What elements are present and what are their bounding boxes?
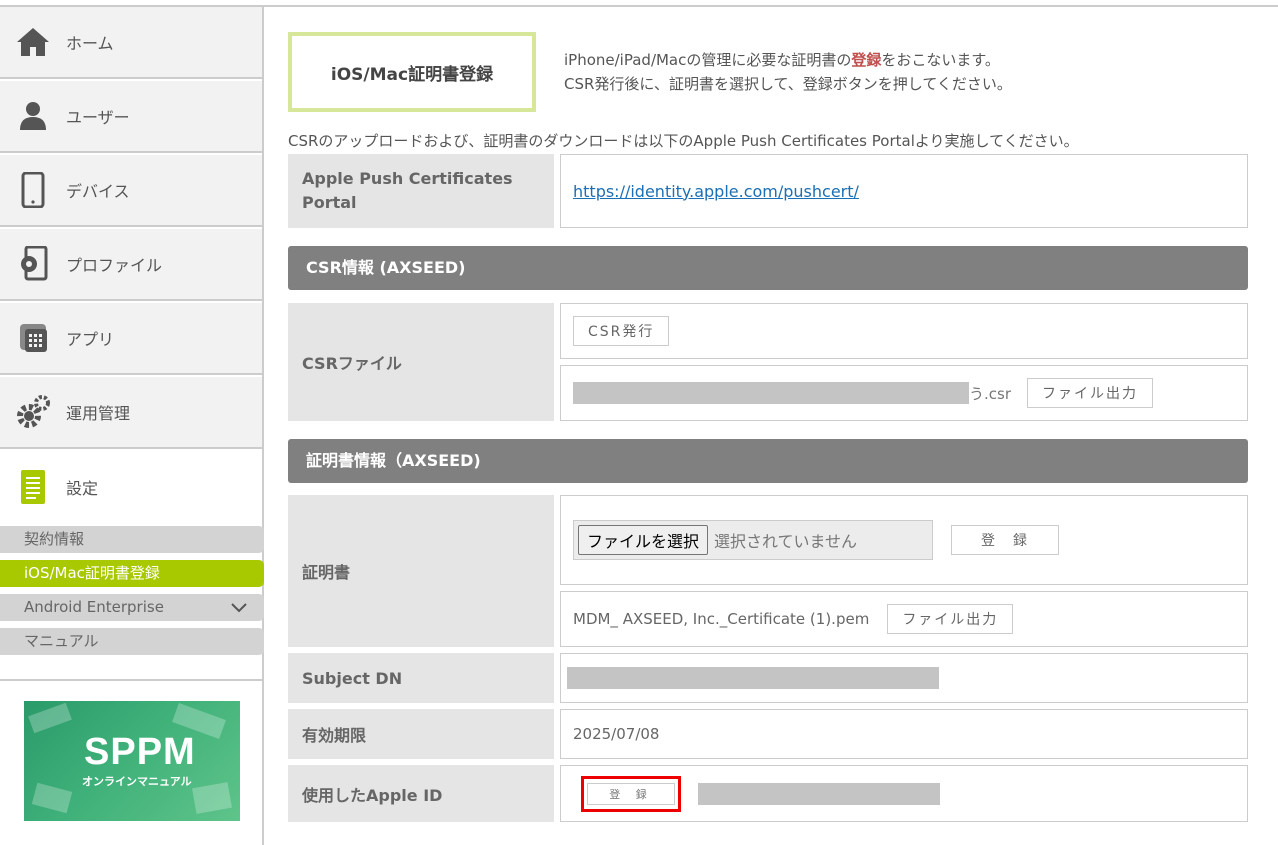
gear-icon — [0, 394, 66, 430]
expiry-label: 有効期限 — [288, 709, 554, 759]
redacted-filename — [573, 382, 969, 404]
choose-file-button[interactable]: ファイルを選択 — [578, 525, 709, 555]
sidebar: ホーム ユーザー デバイス プロファイル アプリ 運用管理 設定 契約情報 iO… — [0, 7, 264, 845]
csr-section-header: CSR情報 (AXSEED) — [288, 246, 1248, 290]
user-icon — [0, 101, 66, 131]
sidebar-item-label: ユーザー — [66, 108, 130, 127]
sidebar-item-users[interactable]: ユーザー — [0, 81, 262, 153]
device-icon — [0, 172, 66, 208]
banner-container: SPPM オンラインマニュアル — [0, 679, 262, 845]
desc-text: CSR発行後に、証明書を選択して、登録ボタンを押してください。 — [564, 75, 1012, 93]
subnav-label: Android Enterprise — [24, 598, 164, 616]
subnav-label: iOS/Mac証明書登録 — [24, 564, 160, 582]
cert-section-header: 証明書情報（AXSEED) — [288, 439, 1248, 483]
portal-label-line: Portal — [302, 193, 357, 212]
portal-label-line: Apple Push Certificates — [302, 169, 513, 188]
portal-label: Apple Push Certificates Portal — [288, 154, 554, 228]
subnav-label: 契約情報 — [24, 530, 85, 548]
subnav-label: マニュアル — [24, 632, 99, 650]
page-title: iOS/Mac証明書登録 — [288, 32, 536, 112]
csr-issue-button[interactable]: CSR発行 — [573, 316, 670, 346]
banner-title: SPPM — [84, 731, 196, 773]
sidebar-item-home[interactable]: ホーム — [0, 7, 262, 79]
online-manual-banner[interactable]: SPPM オンラインマニュアル — [24, 701, 240, 821]
register-button[interactable]: 登 録 — [951, 525, 1059, 555]
desc-highlight: 登録 — [851, 51, 882, 69]
csr-file-cell: う.csr ファイル出力 — [560, 365, 1248, 421]
csr-issue-cell: CSR発行 — [560, 303, 1248, 359]
sidebar-item-operations[interactable]: 運用管理 — [0, 377, 262, 449]
sidebar-item-profiles[interactable]: プロファイル — [0, 229, 262, 301]
home-icon — [0, 26, 66, 58]
csr-file-suffix: う.csr — [969, 384, 1011, 403]
sidebar-item-label: デバイス — [66, 182, 130, 201]
cert-filename: MDM_ AXSEED, Inc._Certificate (1).pem — [573, 610, 870, 628]
portal-note: CSRのアップロードおよび、証明書のダウンロードは以下のApple Push C… — [288, 132, 1079, 150]
csr-file-label: CSRファイル — [288, 303, 554, 421]
profile-icon — [0, 246, 66, 282]
portal-cell: https://identity.apple.com/pushcert/ — [560, 154, 1248, 228]
subnav-item-ios-cert[interactable]: iOS/Mac証明書登録 — [0, 560, 264, 587]
sidebar-item-label: 運用管理 — [66, 404, 131, 423]
cert-export-button[interactable]: ファイル出力 — [887, 604, 1014, 634]
redacted-apple-id — [698, 782, 940, 805]
sidebar-item-apps[interactable]: アプリ — [0, 303, 262, 375]
expiry-value: 2025/07/08 — [573, 725, 660, 743]
portal-link[interactable]: https://identity.apple.com/pushcert/ — [573, 182, 859, 201]
top-border — [0, 0, 1278, 7]
subnav-item-android-enterprise[interactable]: Android Enterprise — [0, 594, 264, 621]
sidebar-item-label: ホーム — [66, 34, 114, 53]
no-file-text: 選択されていません — [714, 532, 858, 551]
desc-text: をおこないます。 — [881, 51, 1000, 69]
apple-id-label: 使用したApple ID — [288, 765, 554, 822]
apple-id-register-button[interactable]: 登 録 — [587, 783, 675, 805]
file-input[interactable]: ファイルを選択 選択されていません — [573, 520, 933, 560]
subnav-item-manual[interactable]: マニュアル — [0, 628, 264, 655]
cert-upload-cell: ファイルを選択 選択されていません 登 録 — [560, 495, 1248, 585]
settings-doc-icon — [0, 469, 66, 505]
expiry-cell: 2025/07/08 — [560, 709, 1248, 759]
chevron-down-icon — [230, 594, 248, 630]
sidebar-item-settings[interactable]: 設定 — [0, 451, 262, 523]
sidebar-item-devices[interactable]: デバイス — [0, 155, 262, 227]
cert-label: 証明書 — [288, 495, 554, 647]
redacted-subject-dn — [567, 667, 939, 689]
subject-dn-cell — [560, 653, 1248, 703]
page-description: iPhone/iPad/Macの管理に必要な証明書の登録をおこないます。 CSR… — [564, 48, 1012, 96]
cert-file-cell: MDM_ AXSEED, Inc._Certificate (1).pem ファ… — [560, 591, 1248, 647]
subnav-item-contract[interactable]: 契約情報 — [0, 526, 264, 553]
desc-text: iPhone/iPad/Macの管理に必要な証明書の — [564, 51, 852, 69]
app-icon — [0, 322, 66, 354]
sidebar-item-label: 設定 — [66, 479, 99, 498]
sidebar-item-label: アプリ — [66, 330, 115, 349]
banner-subtitle: オンラインマニュアル — [82, 775, 192, 788]
subject-dn-label: Subject DN — [288, 653, 554, 703]
sidebar-item-label: プロファイル — [66, 256, 163, 275]
highlighted-register-button[interactable]: 登 録 — [581, 776, 681, 812]
csr-export-button[interactable]: ファイル出力 — [1027, 378, 1153, 408]
